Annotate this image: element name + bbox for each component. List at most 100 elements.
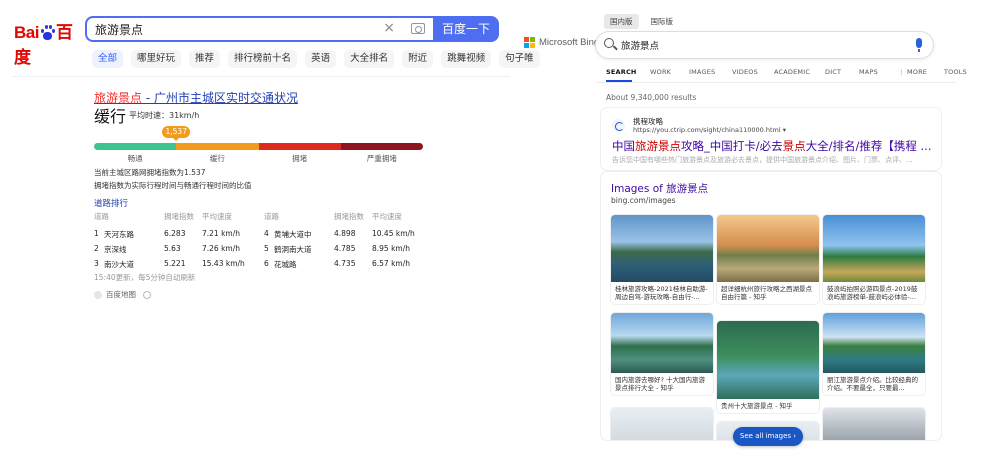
nav-tab[interactable]: SEARCH (606, 68, 637, 76)
bing-search-input[interactable]: 旅游景点 (621, 38, 659, 52)
images-section-title-link[interactable]: Images of 旅游景点 (611, 181, 708, 196)
average-speed: 平均时速：31km/h (129, 111, 200, 120)
baidu-tab[interactable]: 附近 (402, 50, 434, 68)
bing-search-box[interactable]: 旅游景点 (596, 32, 933, 58)
search-result: 携程攻略 https://you.ctrip.com/sight/china11… (601, 108, 941, 170)
baidu-tab[interactable]: 英语 (305, 50, 337, 68)
images-source[interactable]: bing.com/images (611, 196, 676, 205)
see-all-images-button[interactable]: See all images › (733, 427, 803, 446)
baidu-paw-icon (40, 25, 55, 40)
baidu-tab[interactable]: 推荐 (189, 50, 221, 68)
divider (12, 76, 510, 77)
landscape-thumbnail[interactable] (611, 215, 713, 282)
congestion-bar-segment (176, 143, 259, 150)
nav-tab[interactable]: ⋮ MORE (898, 68, 927, 76)
table-cell: 2 (94, 244, 99, 253)
table-cell[interactable]: 黄埔大道中 (274, 229, 312, 240)
road-ranking-title[interactable]: 道路排行 (94, 197, 128, 209)
bing-panel: 国内版 国际版 Microsoft Bing 旅游景点 SEARCH WORK IM… (520, 0, 1000, 455)
result-url[interactable]: https://you.ctrip.com/sight/china110000.… (633, 126, 786, 134)
baidu-search-input[interactable]: 旅游景点 (95, 21, 143, 38)
search-icon[interactable] (604, 38, 614, 48)
image-caption[interactable]: 贵州十大旅游景点 - 知乎 (717, 399, 819, 413)
baidu-search-button[interactable]: 百度一下 (433, 16, 499, 42)
image-tile[interactable]: 贵州十大旅游景点 - 知乎 (717, 321, 819, 413)
table-cell: 15.43 km/h (202, 259, 245, 268)
table-header: 平均速度 (372, 212, 402, 221)
table-cell: 10.45 km/h (372, 229, 415, 238)
image-tile[interactable] (611, 408, 713, 440)
images-title-plain: Images of (611, 183, 667, 195)
landscape-thumbnail[interactable] (823, 313, 925, 373)
image-caption[interactable]: 桂林旅游攻略-2021桂林自助游-周边自驾-游玩攻略-自由行-... (611, 282, 713, 304)
baidu-search-box[interactable]: 旅游景点 × (85, 16, 433, 42)
nav-tab[interactable]: VIDEOS (732, 68, 758, 76)
images-section: Images of 旅游景点 bing.com/images 桂林旅游攻略-20… (601, 172, 941, 440)
congestion-level-label: 拥堵 (292, 154, 308, 163)
landscape-thumbnail[interactable] (823, 215, 925, 282)
table-cell: 5 (264, 244, 269, 253)
baidu-tab[interactable]: 哪里好玩 (131, 50, 182, 68)
table-cell[interactable]: 南沙大道 (104, 259, 134, 270)
image-caption[interactable]: 超详细杭州旅行攻略之西湖景点自由行篇 - 知乎 (717, 282, 819, 304)
source-baidu-map[interactable]: 百度地图 (94, 289, 151, 300)
table-header: 拥堵指数 (334, 212, 364, 221)
region-tab-domestic[interactable]: 国内版 (604, 14, 639, 29)
image-caption[interactable]: 丽江旅游景点介绍。比较经典的介绍。不要最全，只要最... (823, 373, 925, 395)
camera-icon[interactable] (411, 23, 425, 34)
image-caption[interactable]: 国内旅游去哪好? 十大国内旅游景点排行大全 - 知乎 (611, 373, 713, 395)
region-tab-international[interactable]: 国际版 (645, 14, 680, 29)
microphone-icon[interactable] (916, 38, 922, 52)
result-title-part: 大全/排名/推荐【携程 ... (805, 139, 932, 153)
table-cell: 7.21 km/h (202, 229, 241, 238)
nav-tab[interactable]: DICT (825, 68, 841, 76)
table-cell: 5.221 (164, 259, 186, 268)
landscape-thumbnail[interactable] (611, 313, 713, 373)
image-tile[interactable]: 丽江旅游景点介绍。比较经典的介绍。不要最全，只要最... (823, 313, 925, 395)
baidu-panel: Bai 百度 旅游景点 × 百度一下 全部 哪里好玩 推荐 排行榜前十名 英语 大全排名 附近… (0, 0, 540, 455)
congestion-note-1: 当前主城区路网拥堵指数为1.537 (94, 168, 206, 177)
congestion-level-label: 缓行 (209, 154, 225, 163)
congestion-bar-segment (340, 143, 423, 150)
baidu-tab[interactable]: 排行榜前十名 (228, 50, 298, 68)
table-cell: 8.95 km/h (372, 244, 411, 253)
baidu-logo[interactable]: Bai 百度 (14, 18, 78, 67)
image-tile[interactable] (823, 408, 925, 440)
image-caption[interactable]: 鼓浪屿拍照必游四景点-2019鼓浪屿旅游榜单-鼓浪屿必体验-... (823, 282, 925, 304)
image-tile[interactable]: 鼓浪屿拍照必游四景点-2019鼓浪屿旅游榜单-鼓浪屿必体验-... (823, 215, 925, 304)
nav-tab[interactable]: ACADEMIC (774, 68, 810, 76)
nav-tab[interactable]: TOOLS (944, 68, 967, 76)
baidu-tab[interactable]: 全部 (92, 50, 124, 68)
table-cell[interactable]: 花城路 (274, 259, 297, 270)
bing-logo[interactable]: Microsoft Bing (524, 37, 599, 48)
table-cell: 4.735 (334, 259, 356, 268)
result-title-link[interactable]: 中国旅游景点攻略_中国打卡/必去景点大全/排名/推荐【携程 ... (612, 138, 932, 154)
result-title-part: 中国 (612, 139, 635, 153)
table-cell: 6 (264, 259, 269, 268)
result-count: About 9,340,000 results (606, 93, 697, 102)
table-header: 拥堵指数 (164, 212, 194, 221)
table-header: 道路 (94, 212, 109, 221)
result-title-part: 攻略_中国打卡/必去 (681, 139, 783, 153)
nav-tab[interactable]: WORK (650, 68, 671, 76)
title-text: - 广州市主城区实时交通状况 (142, 91, 298, 105)
nav-tab[interactable]: MAPS (859, 68, 878, 76)
congestion-level-label: 严重拥堵 (366, 154, 397, 163)
landscape-thumbnail[interactable] (717, 321, 819, 399)
traffic-status: 缓行 (94, 107, 127, 126)
landscape-thumbnail[interactable] (717, 215, 819, 282)
info-icon[interactable] (143, 290, 151, 299)
table-cell[interactable]: 天河东路 (104, 229, 134, 240)
table-cell: 6.283 (164, 229, 186, 238)
nav-tab[interactable]: IMAGES (689, 68, 715, 76)
table-cell: 7.26 km/h (202, 244, 241, 253)
image-tile[interactable]: 桂林旅游攻略-2021桂林自助游-周边自驾-游玩攻略-自由行-... (611, 215, 713, 304)
baidu-tab[interactable]: 大全排名 (344, 50, 395, 68)
image-tile[interactable]: 国内旅游去哪好? 十大国内旅游景点排行大全 - 知乎 (611, 313, 713, 395)
clear-icon[interactable]: × (383, 20, 395, 36)
ctrip-favicon-icon (612, 119, 625, 132)
baidu-tab[interactable]: 跳舞视频 (441, 50, 492, 68)
table-cell[interactable]: 京深线 (104, 244, 127, 255)
table-cell[interactable]: 鹤洞南大道 (274, 244, 312, 255)
image-tile[interactable]: 超详细杭州旅行攻略之西湖景点自由行篇 - 知乎 (717, 215, 819, 304)
